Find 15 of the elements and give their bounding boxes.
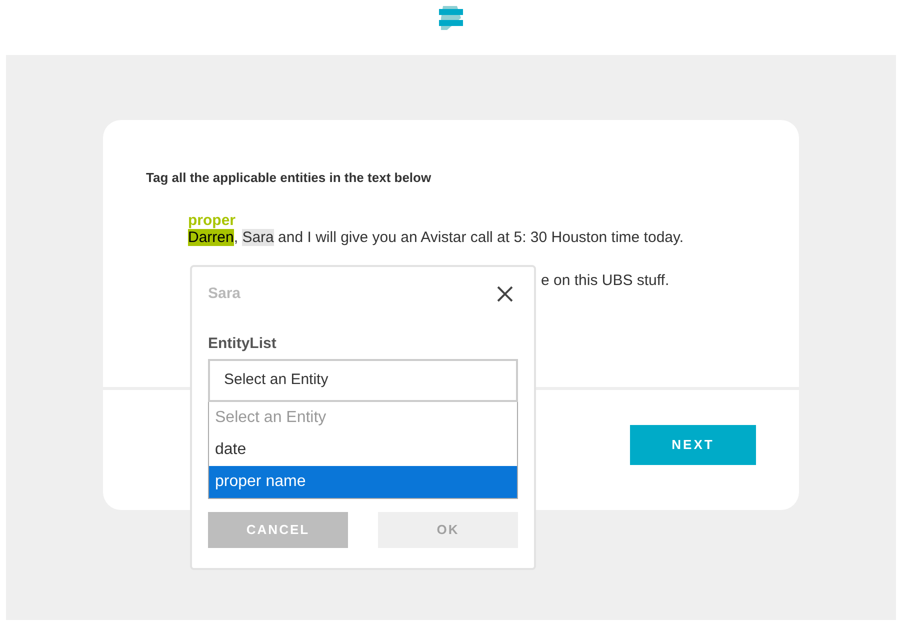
option-item[interactable]: proper name xyxy=(209,466,517,498)
sentence-text: and I will give you an Avistar call at 5: 30 Houston time today. xyxy=(277,228,684,246)
tagged-word[interactable]: Sara xyxy=(242,228,274,246)
entity-tag-label: proper xyxy=(188,212,236,228)
sentence-text: , xyxy=(234,228,240,246)
sentence-text: e on this UBS stuff. xyxy=(541,272,670,288)
next-button[interactable]: NEXT xyxy=(630,425,756,465)
field-label: EntityList xyxy=(208,334,278,354)
dialog-title: Sara xyxy=(208,284,241,304)
instruction-text: Tag all the applicable entities in the text below xyxy=(146,169,432,187)
logo-icon xyxy=(437,6,465,30)
entity-select[interactable]: Select an Entity xyxy=(208,359,518,402)
tagged-word[interactable]: Darren xyxy=(188,228,234,246)
option-item[interactable]: date xyxy=(209,434,517,466)
close-icon[interactable] xyxy=(496,285,514,304)
